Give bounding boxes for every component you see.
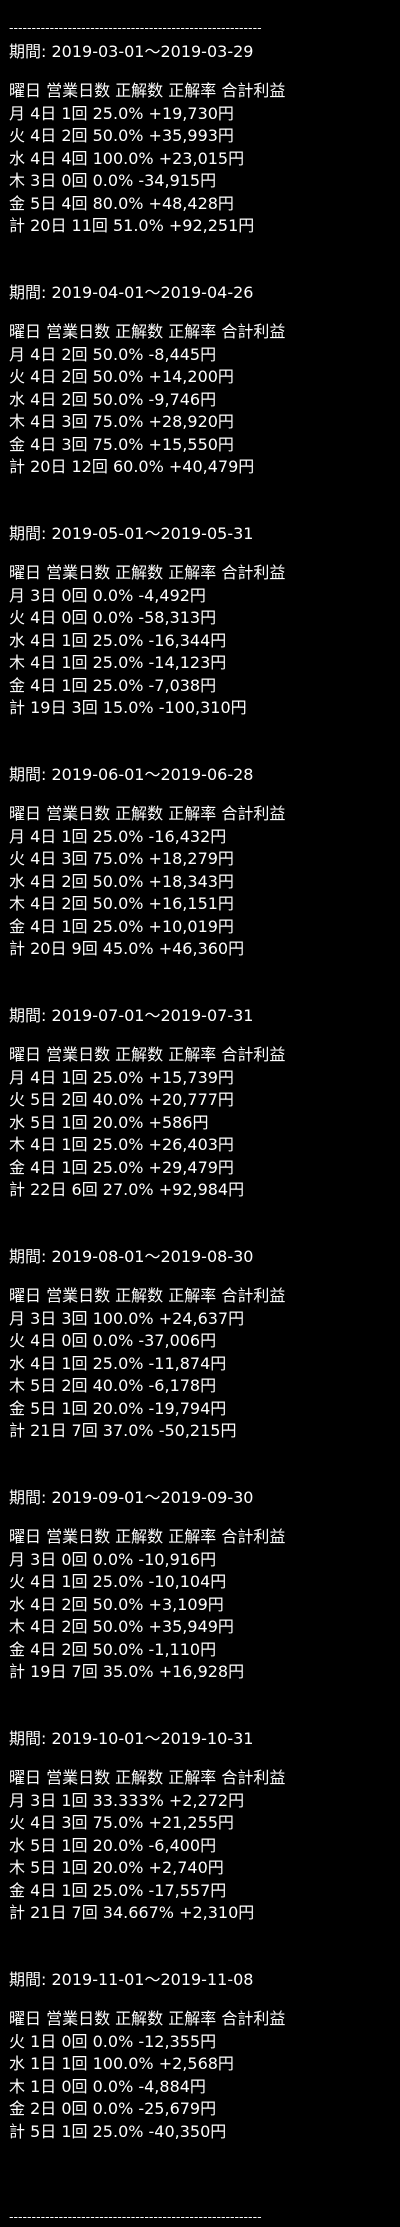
table-row: 水 4日 1回 25.0% -11,874円 (9, 1353, 227, 1373)
table-row: 金 4日 1回 25.0% -7,038円 (9, 675, 217, 695)
table-row: 木 4日 1回 25.0% +26,403円 (9, 1135, 234, 1154)
table-row: 水 4日 2回 50.0% +18,343円 (9, 871, 234, 891)
period-title: 期間: 2019-08-01〜2019-08-30 (9, 1247, 254, 1266)
table-header: 曜日 営業日数 正解数 正解率 合計利益 (9, 563, 286, 582)
table-row: 木 4日 1回 25.0% -14,123円 (9, 653, 227, 672)
table-row: 火 4日 3回 75.0% +18,279円 (9, 849, 234, 868)
period-title: 期間: 2019-04-01〜2019-04-26 (9, 283, 254, 302)
divider-top: ----------------------------------------… (9, 20, 262, 35)
table-row: 火 4日 0回 0.0% -37,006円 (9, 1331, 217, 1350)
table-row: 月 3日 0回 0.0% -4,492円 (9, 585, 206, 605)
period-title: 期間: 2019-06-01〜2019-06-28 (9, 765, 254, 784)
period-list: 期間: 2019-03-01〜2019-03-29 曜日 営業日数 正解数 正解率… (9, 38, 394, 2207)
table-row: 計 21日 7回 37.0% -50,215円 (9, 1421, 237, 1440)
table-row: 金 5日 1回 20.0% -19,794円 (9, 1398, 227, 1418)
table-row: 火 1日 0回 0.0% -12,355円 (9, 2031, 217, 2051)
table-row: 月 4日 1回 25.0% -16,432円 (9, 826, 227, 846)
table-row: 水 4日 2回 50.0% -9,746円 (9, 389, 217, 409)
table-row: 火 4日 0回 0.0% -58,313円 (9, 608, 217, 627)
table-row: 火 4日 1回 25.0% -10,104円 (9, 1572, 227, 1591)
table-row: 木 1日 0回 0.0% -4,884円 (9, 2076, 206, 2096)
table-header: 曜日 営業日数 正解数 正解率 合計利益 (9, 2009, 286, 2028)
table-row: 計 20日 12回 60.0% +40,479円 (9, 457, 255, 476)
table-header: 曜日 営業日数 正解数 正解率 合計利益 (9, 1527, 286, 1546)
period-block: 期間: 2019-03-01〜2019-03-29 曜日 営業日数 正解数 正解率… (9, 38, 394, 279)
table-row: 木 5日 1回 20.0% +2,740円 (9, 1858, 224, 1877)
table-row: 金 4日 1回 25.0% +10,019円 (9, 916, 234, 936)
period-block: 期間: 2019-08-01〜2019-08-30 曜日 営業日数 正解数 正解率… (9, 1243, 394, 1484)
table-row: 水 1日 1回 100.0% +2,568円 (9, 2054, 234, 2073)
table-header: 曜日 営業日数 正解数 正解率 合計利益 (9, 81, 286, 100)
period-block: 期間: 2019-06-01〜2019-06-28 曜日 営業日数 正解数 正解率… (9, 761, 394, 1002)
table-row: 金 4日 1回 25.0% +29,479円 (9, 1157, 234, 1177)
period-block: 期間: 2019-09-01〜2019-09-30 曜日 営業日数 正解数 正解率… (9, 1484, 394, 1725)
table-row: 金 4日 1回 25.0% -17,557円 (9, 1880, 227, 1900)
table-row: 木 3日 0回 0.0% -34,915円 (9, 171, 217, 190)
period-title: 期間: 2019-03-01〜2019-03-29 (9, 42, 254, 61)
table-row: 木 4日 2回 50.0% +16,151円 (9, 894, 234, 913)
table-row: 月 3日 3回 100.0% +24,637円 (9, 1308, 245, 1328)
table-row: 木 4日 3回 75.0% +28,920円 (9, 412, 234, 431)
table-row: 火 5日 2回 40.0% +20,777円 (9, 1090, 234, 1109)
table-row: 水 4日 1回 25.0% -16,344円 (9, 630, 227, 650)
period-title: 期間: 2019-10-01〜2019-10-31 (9, 1729, 254, 1748)
table-row: 月 4日 1回 25.0% +19,730円 (9, 103, 234, 123)
table-row: 火 4日 2回 50.0% +35,993円 (9, 126, 234, 145)
table-row: 月 4日 1回 25.0% +15,739円 (9, 1067, 234, 1087)
table-row: 水 4日 2回 50.0% +3,109円 (9, 1594, 224, 1614)
table-row: 月 3日 0回 0.0% -10,916円 (9, 1549, 217, 1569)
table-row: 計 5日 1回 25.0% -40,350円 (9, 2121, 227, 2141)
table-row: 火 4日 3回 75.0% +21,255円 (9, 1813, 234, 1832)
period-title: 期間: 2019-09-01〜2019-09-30 (9, 1488, 254, 1507)
table-row: 月 3日 1回 33.333% +2,272円 (9, 1790, 245, 1810)
table-header: 曜日 営業日数 正解数 正解率 合計利益 (9, 1045, 286, 1064)
table-row: 計 19日 3回 15.0% -100,310円 (9, 698, 247, 717)
table-row: 金 5日 4回 80.0% +48,428円 (9, 193, 234, 213)
period-title: 期間: 2019-07-01〜2019-07-31 (9, 1006, 254, 1025)
table-row: 計 20日 11回 51.0% +92,251円 (9, 216, 255, 235)
table-row: 水 5日 1回 20.0% -6,400円 (9, 1835, 217, 1855)
table-header: 曜日 営業日数 正解数 正解率 合計利益 (9, 804, 286, 823)
table-row: 木 5日 2回 40.0% -6,178円 (9, 1376, 217, 1395)
period-block: 期間: 2019-04-01〜2019-04-26 曜日 営業日数 正解数 正解率… (9, 279, 394, 520)
table-row: 計 20日 9回 45.0% +46,360円 (9, 939, 245, 958)
period-block: 期間: 2019-11-01〜2019-11-08 曜日 営業日数 正解数 正解率… (9, 1966, 394, 2207)
period-block: 期間: 2019-10-01〜2019-10-31 曜日 営業日数 正解数 正解率… (9, 1725, 394, 1966)
table-row: 計 22日 6回 27.0% +92,984円 (9, 1180, 245, 1199)
period-title: 期間: 2019-05-01〜2019-05-31 (9, 524, 254, 543)
divider-bottom: ----------------------------------------… (9, 2209, 262, 2224)
table-header: 曜日 営業日数 正解数 正解率 合計利益 (9, 1286, 286, 1305)
table-row: 計 21日 7回 34.667% +2,310円 (9, 1903, 255, 1922)
table-header: 曜日 営業日数 正解数 正解率 合計利益 (9, 322, 286, 341)
table-row: 金 2日 0回 0.0% -25,679円 (9, 2099, 217, 2118)
table-row: 水 5日 1回 20.0% +586円 (9, 1112, 209, 1132)
report-content: ----------------------------------------… (9, 18, 394, 2227)
period-block: 期間: 2019-07-01〜2019-07-31 曜日 営業日数 正解数 正解率… (9, 1002, 394, 1243)
table-row: 水 4日 4回 100.0% +23,015円 (9, 148, 245, 168)
period-block: 期間: 2019-05-01〜2019-05-31 曜日 営業日数 正解数 正解率… (9, 520, 394, 761)
table-row: 火 4日 2回 50.0% +14,200円 (9, 367, 234, 386)
table-row: 月 4日 2回 50.0% -8,445円 (9, 344, 217, 364)
period-title: 期間: 2019-11-01〜2019-11-08 (9, 1970, 254, 1989)
table-header: 曜日 営業日数 正解数 正解率 合計利益 (9, 1768, 286, 1787)
table-row: 木 4日 2回 50.0% +35,949円 (9, 1617, 234, 1636)
table-row: 金 4日 2回 50.0% -1,110円 (9, 1639, 217, 1659)
table-row: 計 19日 7回 35.0% +16,928円 (9, 1662, 245, 1681)
table-row: 金 4日 3回 75.0% +15,550円 (9, 434, 234, 454)
